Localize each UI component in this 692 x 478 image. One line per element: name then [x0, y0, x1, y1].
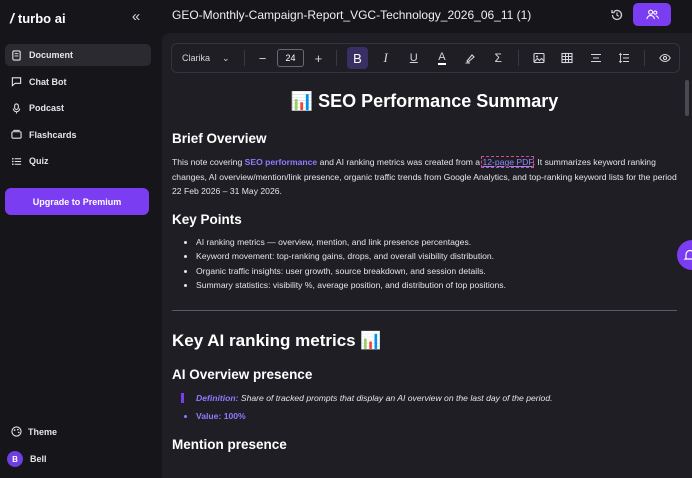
document-title: GEO-Monthly-Campaign-Report_VGC-Technolo… — [172, 8, 532, 22]
sigma-icon: Σ — [494, 51, 502, 65]
users-icon — [645, 9, 659, 20]
sidebar-nav: Document Chat Bot Podcast Flashcards Qui… — [5, 44, 151, 177]
sidebar-item-quiz[interactable]: Quiz — [5, 150, 151, 172]
align-button[interactable] — [586, 47, 606, 69]
brand-slash-icon: / — [10, 10, 14, 26]
text-color-icon: A — [438, 51, 446, 65]
text-color-button[interactable]: A — [432, 47, 452, 69]
document-icon — [12, 49, 21, 61]
palette-icon — [11, 426, 22, 437]
collapse-sidebar-icon[interactable]: « — [127, 8, 145, 26]
section-heading-brief-overview: Brief Overview — [172, 131, 267, 146]
brand-logo[interactable]: / turbo ai — [10, 10, 66, 26]
highlighter-icon — [465, 54, 475, 64]
eye-icon — [659, 53, 671, 63]
decrease-font-size-button[interactable]: − — [252, 47, 272, 69]
sidebar: / turbo ai « Document Chat Bot Podcast F… — [0, 0, 158, 478]
list-item: Organic traffic insights: user growth, s… — [196, 264, 677, 279]
italic-icon: I — [383, 50, 388, 65]
user-profile[interactable]: B Bell — [7, 451, 47, 467]
cards-icon — [11, 129, 22, 139]
source-pdf-link[interactable]: 12-page PDF — [481, 156, 534, 168]
value-list: Value: 100% — [172, 409, 677, 424]
insert-image-button[interactable] — [529, 47, 549, 69]
ai-overview-value: Value: 100% — [196, 409, 677, 424]
microphone-icon — [12, 102, 21, 114]
toolbar-divider — [243, 50, 245, 66]
toolbar-divider — [518, 50, 520, 66]
editor-panel: Clarika ⌄ − 24 + B I U A Σ 📊 SEO Perform… — [162, 33, 692, 478]
sidebar-item-label: Document — [29, 50, 74, 60]
brand-name: turbo ai — [17, 10, 66, 26]
font-size-input[interactable]: 24 — [276, 49, 305, 67]
theme-label: Theme — [28, 426, 58, 437]
line-spacing-button[interactable] — [614, 47, 634, 69]
sidebar-item-label: Quiz — [29, 156, 49, 166]
sidebar-item-label: Podcast — [29, 103, 65, 113]
list-item: Keyword movement: top-ranking gains, dro… — [196, 249, 677, 264]
user-name: Bell — [30, 454, 47, 464]
list-item: AI ranking metrics — overview, mention, … — [196, 235, 677, 250]
italic-button[interactable]: I — [376, 47, 396, 69]
increase-font-size-button[interactable]: + — [308, 47, 328, 69]
brief-text: This note covering — [172, 157, 245, 167]
horizontal-divider — [172, 309, 677, 311]
section-heading-ai-overview-presence: AI Overview presence — [172, 366, 313, 382]
section-heading-ai-ranking-metrics: Key AI ranking metrics 📊 — [172, 330, 382, 350]
font-family-value: Clarika — [182, 53, 211, 63]
sidebar-item-flashcards[interactable]: Flashcards — [5, 124, 151, 146]
toolbar-divider — [643, 50, 645, 66]
font-family-select[interactable]: Clarika ⌄ — [182, 53, 230, 64]
section-heading-mention-presence: Mention presence — [172, 437, 287, 452]
scrollbar[interactable] — [685, 80, 689, 116]
document-content[interactable]: 📊 SEO Performance Summary Brief Overview… — [172, 91, 677, 452]
chevron-down-icon: ⌄ — [222, 52, 230, 63]
toolbar-divider — [336, 50, 338, 66]
upgrade-button[interactable]: Upgrade to Premium — [5, 188, 149, 215]
sidebar-item-chat-bot[interactable]: Chat Bot — [5, 71, 151, 93]
underline-button[interactable]: U — [404, 47, 424, 69]
formatting-toolbar: Clarika ⌄ − 24 + B I U A Σ — [171, 43, 680, 73]
sidebar-item-label: Chat Bot — [29, 76, 67, 87]
underline-icon: U — [409, 52, 418, 64]
definition-label: Definition: — [196, 392, 239, 403]
avatar: B — [7, 451, 23, 467]
bell-icon — [683, 249, 692, 260]
share-button[interactable] — [633, 3, 671, 26]
definition-text: Share of tracked prompts that display an… — [238, 392, 553, 403]
sidebar-item-document[interactable]: Document — [5, 44, 151, 66]
sidebar-item-podcast[interactable]: Podcast — [5, 97, 151, 119]
equation-button[interactable]: Σ — [488, 47, 508, 69]
section-heading-key-points: Key Points — [172, 211, 242, 227]
list-icon — [12, 157, 22, 165]
bold-icon: B — [353, 50, 362, 66]
image-icon — [533, 52, 545, 64]
highlight-button[interactable] — [460, 47, 480, 69]
topbar: GEO-Monthly-Campaign-Report_VGC-Technolo… — [158, 0, 692, 30]
seo-performance-highlight: SEO performance — [244, 157, 318, 167]
line-spacing-icon — [618, 52, 629, 64]
brief-text: and AI ranking metrics was created from … — [317, 157, 483, 167]
definition-blockquote: Definition: Share of tracked prompts tha… — [181, 392, 677, 403]
document-heading: 📊 SEO Performance Summary — [290, 91, 559, 111]
bold-button[interactable]: B — [347, 47, 368, 69]
history-icon[interactable] — [610, 8, 624, 22]
theme-button[interactable]: Theme — [11, 426, 57, 437]
insert-table-button[interactable] — [557, 47, 577, 69]
list-item: Summary statistics: visibility %, averag… — [196, 278, 677, 293]
sidebar-item-label: Flashcards — [29, 129, 77, 140]
align-center-icon — [590, 53, 601, 63]
key-points-list: AI ranking metrics — overview, mention, … — [172, 235, 677, 293]
brief-overview-paragraph: This note covering SEO performance and A… — [172, 155, 677, 199]
chat-icon — [11, 77, 22, 87]
preview-button[interactable] — [655, 47, 675, 69]
table-icon — [561, 52, 574, 64]
